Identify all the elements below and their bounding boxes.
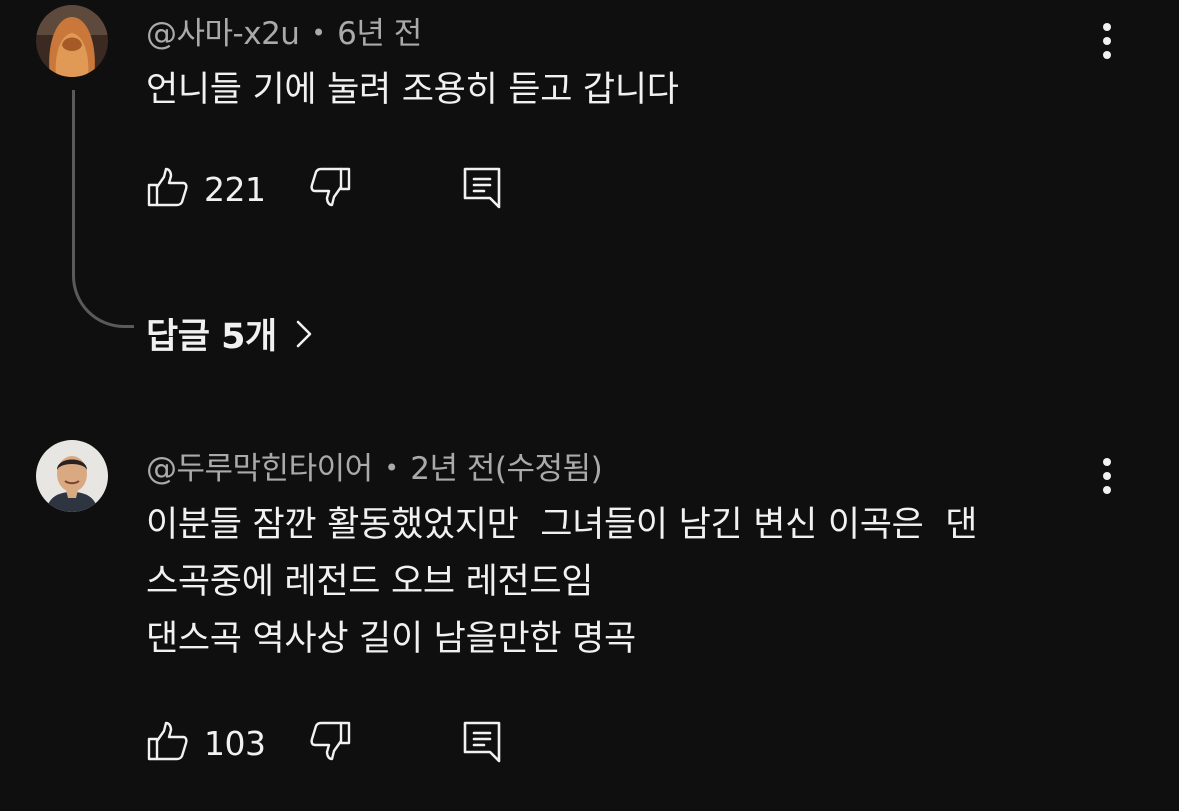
comment-actions: 103: [146, 720, 504, 766]
comment-meta: @두루막힌타이어 • 2년 전(수정됨): [146, 443, 603, 488]
like-icon[interactable]: [146, 719, 190, 767]
comment-timestamp[interactable]: 6년 전: [337, 16, 422, 52]
comment-text: 언니들 기에 눌려 조용히 듣고 갑니다: [146, 70, 679, 110]
more-vert-icon[interactable]: [1090, 454, 1124, 498]
meta-separator: •: [311, 19, 326, 47]
author-name[interactable]: @두루막힌타이어: [146, 451, 373, 487]
like-count: 103: [204, 723, 266, 763]
avatar[interactable]: [36, 440, 108, 512]
like-icon[interactable]: [146, 165, 190, 213]
comment-actions: 221: [146, 166, 504, 212]
like-count: 221: [204, 169, 266, 209]
user-avatar-man-icon: [36, 440, 108, 512]
reply-thread-line: [72, 90, 134, 328]
view-replies-button[interactable]: 답글 5개: [146, 308, 313, 359]
reply-icon[interactable]: [460, 165, 504, 213]
comment-timestamp[interactable]: 2년 전(수정됨): [410, 451, 602, 487]
user-avatar-long-hair-icon: [36, 5, 108, 77]
more-vert-icon[interactable]: [1090, 19, 1124, 63]
comment-text: 이분들 잠깐 활동했었지만 그녀들이 남긴 변신 이곡은 댄 스곡중에 레전드 …: [146, 505, 978, 659]
dislike-icon[interactable]: [308, 719, 352, 767]
avatar[interactable]: [36, 5, 108, 77]
reply-icon[interactable]: [460, 719, 504, 767]
dislike-icon[interactable]: [308, 165, 352, 213]
meta-separator: •: [384, 454, 399, 482]
comment-meta: @사마-x2u • 6년 전: [146, 8, 422, 53]
chevron-right-icon: [296, 320, 311, 347]
replies-label: 답글 5개: [146, 317, 277, 357]
author-name[interactable]: @사마-x2u: [146, 16, 300, 52]
